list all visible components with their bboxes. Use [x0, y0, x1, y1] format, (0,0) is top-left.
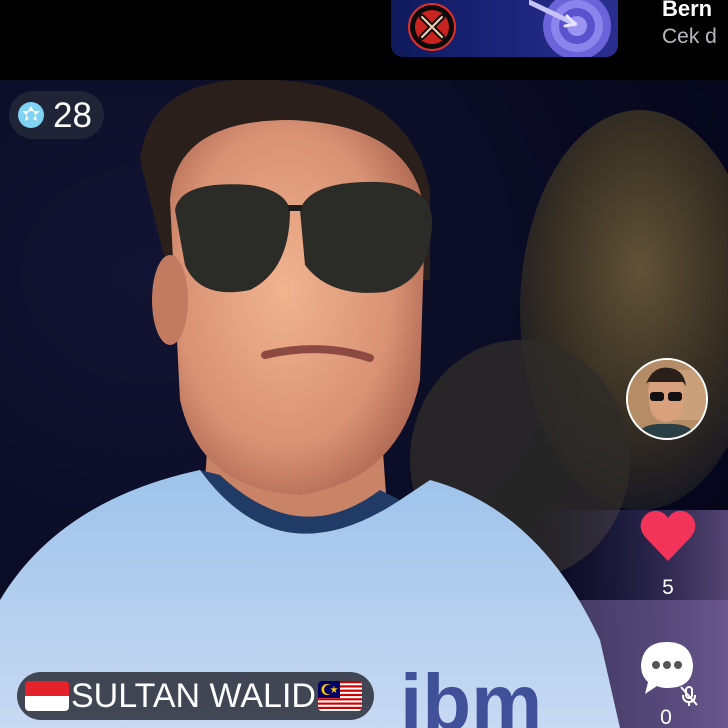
diamond-badge-icon — [17, 101, 45, 129]
video-feed[interactable]: ibm — [0, 80, 728, 728]
shirt-print: ibm — [400, 658, 542, 728]
banner-title: Bern — [662, 0, 713, 21]
mic-off-icon — [680, 686, 698, 706]
like-count: 5 — [662, 576, 674, 599]
live-stream-screen: Bern Cek d ibm 28 5 0 SULTAN WALID — [0, 0, 728, 728]
viewer-count-pill[interactable]: 28 — [9, 91, 104, 139]
video-frame-image: ibm — [0, 80, 728, 728]
comment-count: 0 — [660, 706, 672, 728]
indonesia-flag-icon — [25, 681, 69, 711]
malaysia-flag-icon — [317, 681, 362, 711]
host-avatar[interactable] — [626, 358, 708, 440]
top-banner: Bern Cek d — [0, 0, 728, 80]
host-name-tag[interactable]: SULTAN WALID — [17, 672, 374, 720]
viewer-count: 28 — [53, 95, 92, 135]
promo-banner-card[interactable] — [391, 0, 618, 57]
banner-subtitle: Cek d — [662, 25, 717, 48]
host-name: SULTAN WALID — [71, 676, 316, 715]
game-logo-icon — [408, 3, 456, 51]
target-icon — [529, 0, 611, 57]
like-button[interactable] — [638, 507, 698, 567]
